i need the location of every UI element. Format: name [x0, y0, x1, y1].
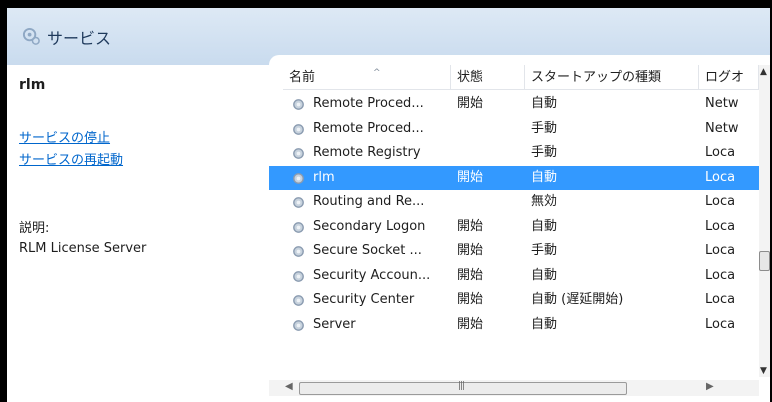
service-logon-cell: Loca [705, 243, 736, 258]
service-logon-cell: Loca [705, 292, 736, 307]
service-logon-cell: Netw [705, 120, 739, 136]
service-startup-cell: 手動 [531, 120, 558, 136]
service-startup-cell: 自動 [531, 169, 558, 185]
vertical-scroll-thumb[interactable] [759, 251, 770, 271]
column-logon[interactable]: ログオ [699, 65, 759, 90]
service-status-cell: 開始 [457, 218, 484, 234]
service-name-cell: Remote Registry [313, 145, 421, 160]
window-title: サービス [47, 29, 112, 48]
service-status-cell: 開始 [457, 243, 484, 258]
service-name-cell: Remote Proced... [313, 120, 424, 136]
vertical-scrollbar[interactable]: ▲ ▼ [759, 65, 770, 377]
scroll-left-icon[interactable]: ◀ [285, 381, 293, 392]
restart-service-link[interactable]: サービスの再起動 [19, 149, 123, 168]
service-logon-cell: Loca [705, 169, 736, 185]
service-startup-cell: 自動 [531, 267, 558, 283]
service-startup-cell: 自動 (遅延開始) [531, 292, 624, 307]
services-list: ^ 名前 状態 スタートアップの種類 ログオ Remote Proced... 開… [269, 55, 770, 402]
service-logon-cell: Loca [705, 267, 736, 283]
table-row[interactable]: Server 開始 自動 Loca [269, 313, 759, 337]
service-logon-cell: Loca [705, 218, 736, 234]
selected-service-name: rlm [19, 77, 46, 93]
service-name-cell: Server [313, 316, 356, 332]
scroll-grip-icon: ||| [458, 381, 465, 391]
service-startup-cell: 自動 [531, 218, 558, 234]
service-name-cell: Security Center [313, 292, 415, 307]
table-row[interactable]: Secondary Logon 開始 自動 Loca [269, 215, 759, 239]
service-name-cell: Routing and Re... [313, 194, 425, 209]
table-row[interactable]: Remote Proced... 開始 自動 Netw [269, 92, 759, 116]
sort-ascending-icon: ^ [373, 68, 381, 78]
service-name-cell: Security Accoun... [313, 267, 431, 283]
horizontal-scroll-thumb[interactable]: ||| [299, 381, 627, 395]
service-name-cell: rlm [313, 169, 335, 185]
table-row[interactable]: Secure Socket ... 開始 手動 Loca [269, 239, 759, 263]
service-status-cell: 開始 [457, 292, 484, 307]
service-status-cell: 開始 [457, 267, 484, 283]
table-row[interactable]: Remote Registry 手動 Loca [269, 141, 759, 165]
service-startup-cell: 手動 [531, 243, 558, 258]
scroll-down-icon[interactable]: ▼ [760, 366, 767, 376]
column-status[interactable]: 状態 [451, 65, 525, 90]
column-startup-type[interactable]: スタートアップの種類 [525, 65, 699, 90]
service-startup-cell: 自動 [531, 96, 558, 111]
service-startup-cell: 手動 [531, 145, 558, 160]
scroll-up-icon[interactable]: ▲ [760, 67, 767, 77]
service-startup-cell: 自動 [531, 316, 558, 332]
service-status-cell: 開始 [457, 316, 484, 332]
service-logon-cell: Loca [705, 316, 736, 332]
horizontal-scrollbar[interactable]: ◀ ||| ▶ [269, 380, 759, 396]
table-row[interactable]: Security Accoun... 開始 自動 Loca [269, 264, 759, 288]
stop-service-link[interactable]: サービスの停止 [19, 127, 110, 146]
table-row[interactable]: Security Center 開始 自動 (遅延開始) Loca [269, 288, 759, 312]
table-row[interactable]: Remote Proced... 手動 Netw [269, 117, 759, 141]
service-logon-cell: Loca [705, 145, 736, 160]
service-startup-cell: 無効 [531, 194, 558, 209]
service-logon-cell: Netw [705, 96, 739, 111]
scroll-right-icon[interactable]: ▶ [706, 381, 714, 392]
service-status-cell: 開始 [457, 96, 484, 111]
service-name-cell: Secure Socket ... [313, 243, 422, 258]
table-row[interactable]: rlm 開始 自動 Loca [269, 165, 759, 190]
service-name-cell: Secondary Logon [313, 218, 426, 234]
description-label: 説明: [19, 221, 50, 236]
service-status-cell: 開始 [457, 169, 484, 185]
gear-icon [22, 27, 40, 45]
service-name-cell: Remote Proced... [313, 96, 424, 111]
details-pane: rlm サービスの停止 サービスの再起動 説明: RLM License Ser… [7, 65, 269, 402]
column-header: ^ 名前 状態 スタートアップの種類 ログオ [269, 65, 770, 91]
table-row[interactable]: Routing and Re... 無効 Loca [269, 190, 759, 214]
column-name[interactable]: ^ 名前 [283, 65, 451, 90]
service-logon-cell: Loca [705, 194, 736, 209]
description-text: RLM License Server [19, 241, 147, 256]
